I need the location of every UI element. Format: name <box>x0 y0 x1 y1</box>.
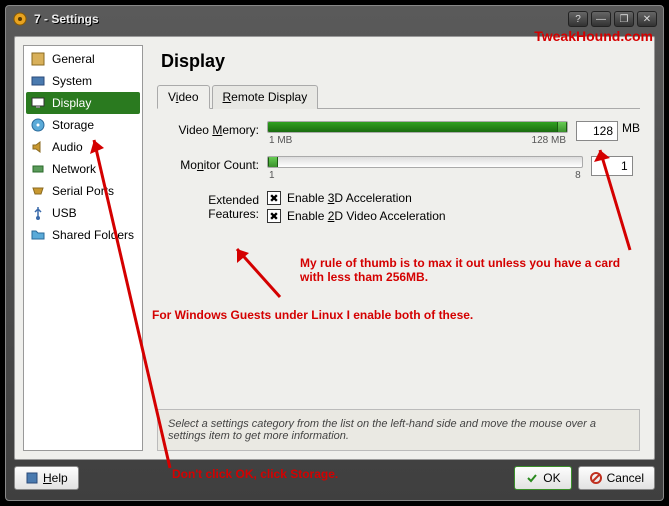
video-memory-slider[interactable] <box>267 121 568 133</box>
sidebar-item-label: Shared Folders <box>52 228 134 242</box>
tab-video[interactable]: Video <box>157 85 210 109</box>
tabs: Video Remote Display <box>157 84 640 109</box>
cancel-button[interactable]: Cancel <box>578 466 655 490</box>
page-title: Display <box>161 51 640 72</box>
monitor-count-row: Monitor Count: 1 8 <box>157 156 640 181</box>
general-icon <box>30 51 46 67</box>
titlebar[interactable]: 7 - Settings ? — ❐ ✕ <box>6 6 663 32</box>
folder-icon <box>30 227 46 243</box>
storage-icon <box>30 117 46 133</box>
gear-icon <box>12 11 28 27</box>
sidebar-item-label: Network <box>52 162 96 176</box>
sidebar-item-label: System <box>52 74 92 88</box>
sidebar-item-label: Audio <box>52 140 83 154</box>
slider-min: 1 <box>269 170 275 181</box>
window-title: 7 - Settings <box>34 12 565 26</box>
video-memory-row: Video Memory: 1 MB 128 MB MB <box>157 121 640 146</box>
enable-2d-checkbox[interactable]: ✖ <box>267 209 281 223</box>
sidebar-item-system[interactable]: System <box>26 70 140 92</box>
monitor-count-label: Monitor Count: <box>157 156 267 172</box>
help-button[interactable]: Help <box>14 466 79 490</box>
serial-icon <box>30 183 46 199</box>
book-icon <box>25 471 39 485</box>
extended-features-label: Extended Features: <box>157 191 267 221</box>
slider-max: 8 <box>575 170 581 181</box>
sidebar-item-label: Serial Ports <box>52 184 114 198</box>
footer: Help OK Cancel <box>14 464 655 492</box>
network-icon <box>30 161 46 177</box>
enable-3d-label: Enable 3D Acceleration <box>287 191 412 205</box>
slider-max: 128 MB <box>532 135 566 146</box>
monitor-count-slider[interactable] <box>267 156 583 168</box>
extended-features-row: Extended Features: ✖ Enable 3D Accelerati… <box>157 191 640 227</box>
video-memory-label: Video Memory: <box>157 121 267 137</box>
sidebar-item-storage[interactable]: Storage <box>26 114 140 136</box>
close-button[interactable]: ✕ <box>637 11 657 27</box>
sidebar-item-label: Storage <box>52 118 94 132</box>
help-window-button[interactable]: ? <box>568 11 588 27</box>
system-icon <box>30 73 46 89</box>
enable-2d-label: Enable 2D Video Acceleration <box>287 209 446 223</box>
cancel-icon <box>589 471 603 485</box>
video-memory-input[interactable] <box>576 121 618 141</box>
restore-button[interactable]: ❐ <box>614 11 634 27</box>
settings-window: 7 - Settings ? — ❐ ✕ General System Disp… <box>5 5 664 501</box>
sidebar-item-display[interactable]: Display <box>26 92 140 114</box>
ok-button[interactable]: OK <box>514 466 571 490</box>
sidebar-item-usb[interactable]: USB <box>26 202 140 224</box>
sidebar-item-label: Display <box>52 96 91 110</box>
minimize-button[interactable]: — <box>591 11 611 27</box>
sidebar-item-network[interactable]: Network <box>26 158 140 180</box>
sidebar-item-shared[interactable]: Shared Folders <box>26 224 140 246</box>
main-panel: Display Video Remote Display Video Memor… <box>151 37 654 459</box>
usb-icon <box>30 205 46 221</box>
audio-icon <box>30 139 46 155</box>
enable-3d-checkbox[interactable]: ✖ <box>267 191 281 205</box>
tab-remote-display[interactable]: Remote Display <box>212 85 319 109</box>
sidebar: General System Display Storage Audio Net… <box>23 45 143 451</box>
sidebar-item-label: USB <box>52 206 77 220</box>
sidebar-item-label: General <box>52 52 95 66</box>
slider-min: 1 MB <box>269 135 292 146</box>
sidebar-item-serial[interactable]: Serial Ports <box>26 180 140 202</box>
sidebar-item-general[interactable]: General <box>26 48 140 70</box>
sidebar-item-audio[interactable]: Audio <box>26 136 140 158</box>
content-area: General System Display Storage Audio Net… <box>14 36 655 460</box>
check-icon <box>525 471 539 485</box>
monitor-count-input[interactable] <box>591 156 633 176</box>
display-icon <box>30 95 46 111</box>
info-box: Select a settings category from the list… <box>157 409 640 451</box>
video-memory-unit: MB <box>622 121 640 135</box>
